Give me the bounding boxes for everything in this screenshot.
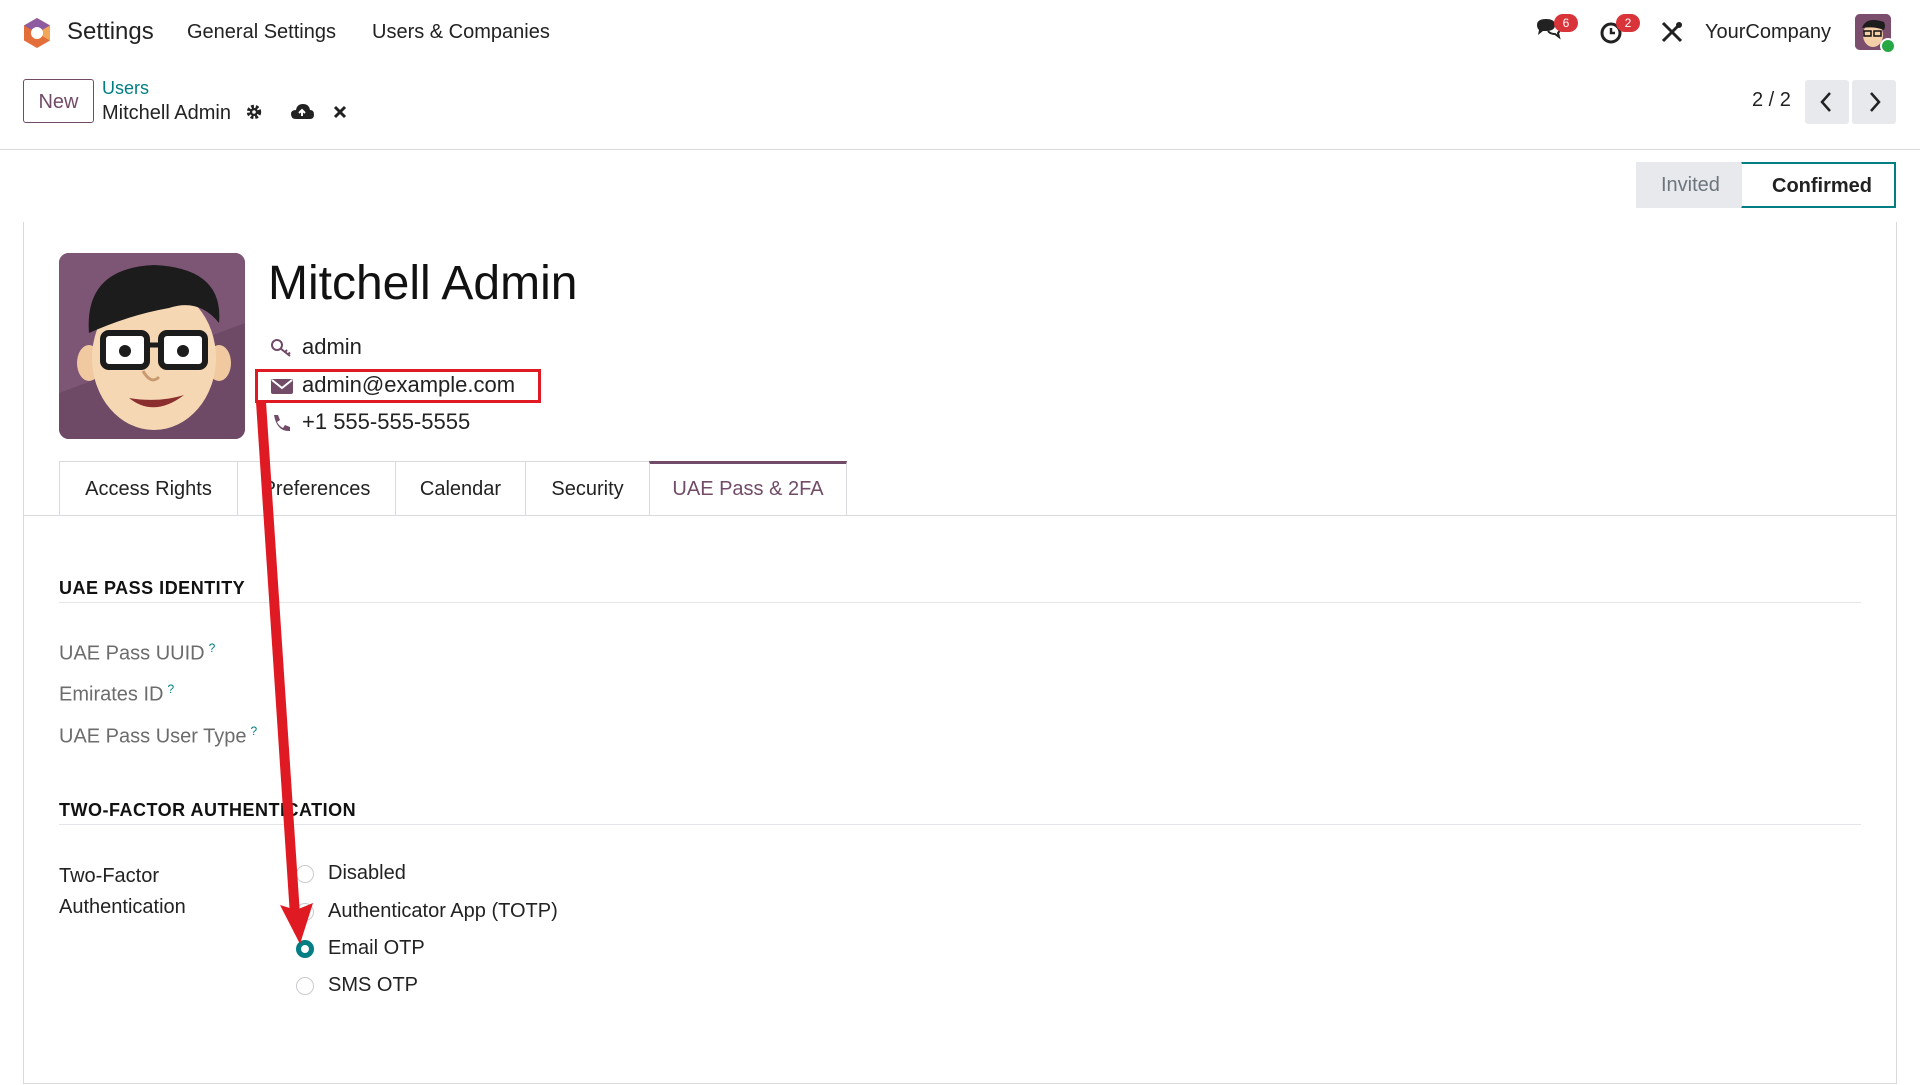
radio-disabled[interactable] <box>296 864 314 883</box>
chevron-left-icon <box>1820 92 1831 112</box>
key-icon <box>271 339 291 357</box>
top-navbar: Settings General Settings Users & Compan… <box>0 0 1920 66</box>
chevron-right-icon <box>1870 92 1881 112</box>
uae-pass-section-rule <box>59 602 1861 603</box>
radio-option-totp[interactable]: Authenticator App (TOTP) <box>296 900 558 923</box>
tab-access-rights[interactable]: Access Rights <box>59 461 238 516</box>
uae-pass-user-type-help[interactable]: ? <box>250 724 257 738</box>
tools-icon <box>1661 21 1683 43</box>
discard-icon[interactable] <box>332 104 348 120</box>
tab-preferences[interactable]: Preferences <box>237 461 396 516</box>
two-factor-section-rule <box>59 824 1861 825</box>
radio-sms-otp[interactable] <box>296 976 314 995</box>
radio-sms-otp-label[interactable]: SMS OTP <box>328 974 418 996</box>
activities-badge: 2 <box>1616 14 1640 32</box>
status-invited[interactable]: Invited <box>1636 162 1746 208</box>
emirates-id-label: Emirates ID <box>59 683 164 706</box>
phone-icon <box>274 415 290 432</box>
company-switcher[interactable]: YourCompany <box>1705 21 1831 44</box>
avatar-cartoon-icon <box>59 253 245 439</box>
field-uae-pass-uuid: UAE Pass UUID? <box>59 641 215 666</box>
app-title[interactable]: Settings <box>67 18 154 46</box>
gear-icon[interactable] <box>245 103 263 121</box>
field-emirates-id: Emirates ID? <box>59 682 174 707</box>
messages-badge: 6 <box>1554 14 1578 32</box>
radio-disabled-label[interactable]: Disabled <box>328 862 406 884</box>
two-factor-label-line1: Two-Factor <box>59 865 160 887</box>
breadcrumb-users-link[interactable]: Users <box>102 78 149 99</box>
radio-totp[interactable] <box>296 902 314 921</box>
pager-previous-button[interactable] <box>1805 80 1849 124</box>
emirates-id-help[interactable]: ? <box>167 682 174 696</box>
radio-option-email-otp[interactable]: Email OTP <box>296 937 425 960</box>
status-confirmed[interactable]: Confirmed <box>1742 162 1896 208</box>
user-name-heading[interactable]: Mitchell Admin <box>268 256 577 311</box>
pager-next-button[interactable] <box>1852 80 1896 124</box>
uae-pass-section-title: UAE PASS IDENTITY <box>59 578 246 598</box>
two-factor-label-line2: Authentication <box>59 896 186 918</box>
tab-security[interactable]: Security <box>525 461 650 516</box>
debug-tools-button[interactable] <box>1660 20 1684 49</box>
uae-pass-uuid-label: UAE Pass UUID <box>59 642 205 665</box>
tab-uae-pass-2fa[interactable]: UAE Pass & 2FA <box>649 461 847 516</box>
pager-value[interactable]: 2 / 2 <box>1752 89 1791 112</box>
radio-option-disabled[interactable]: Disabled <box>296 862 406 885</box>
phone-row: +1 555-555-5555 <box>270 409 470 435</box>
online-status-dot <box>1880 38 1896 54</box>
odoo-logo-icon[interactable] <box>22 17 52 49</box>
breadcrumb-record-name: Mitchell Admin <box>102 102 231 124</box>
email-highlight-annotation <box>255 369 541 403</box>
two-factor-label: Two-Factor Authentication <box>59 861 186 923</box>
breadcrumb-current: Mitchell Admin <box>102 102 348 125</box>
radio-email-otp-label[interactable]: Email OTP <box>328 937 425 959</box>
field-uae-pass-user-type: UAE Pass User Type? <box>59 724 257 749</box>
activities-button[interactable]: 2 <box>1598 14 1640 51</box>
two-factor-section-title: TWO-FACTOR AUTHENTICATION <box>59 800 357 820</box>
menu-users-companies[interactable]: Users & Companies <box>372 21 550 44</box>
login-value[interactable]: admin <box>302 334 362 359</box>
login-row: admin <box>270 334 362 360</box>
tab-calendar[interactable]: Calendar <box>395 461 526 516</box>
menu-general-settings[interactable]: General Settings <box>187 21 336 44</box>
tabs-baseline <box>23 515 1897 516</box>
radio-totp-label[interactable]: Authenticator App (TOTP) <box>328 900 558 922</box>
new-record-button[interactable]: New <box>23 79 94 123</box>
uae-pass-uuid-help[interactable]: ? <box>209 641 216 655</box>
phone-value[interactable]: +1 555-555-5555 <box>302 409 470 434</box>
messages-button[interactable]: 6 <box>1534 14 1578 51</box>
control-panel-divider <box>0 149 1920 150</box>
radio-option-sms-otp[interactable]: SMS OTP <box>296 974 418 997</box>
uae-pass-user-type-label: UAE Pass User Type <box>59 725 247 748</box>
save-cloud-icon[interactable] <box>290 102 315 122</box>
user-photo[interactable] <box>59 253 245 439</box>
radio-email-otp[interactable] <box>296 939 314 958</box>
